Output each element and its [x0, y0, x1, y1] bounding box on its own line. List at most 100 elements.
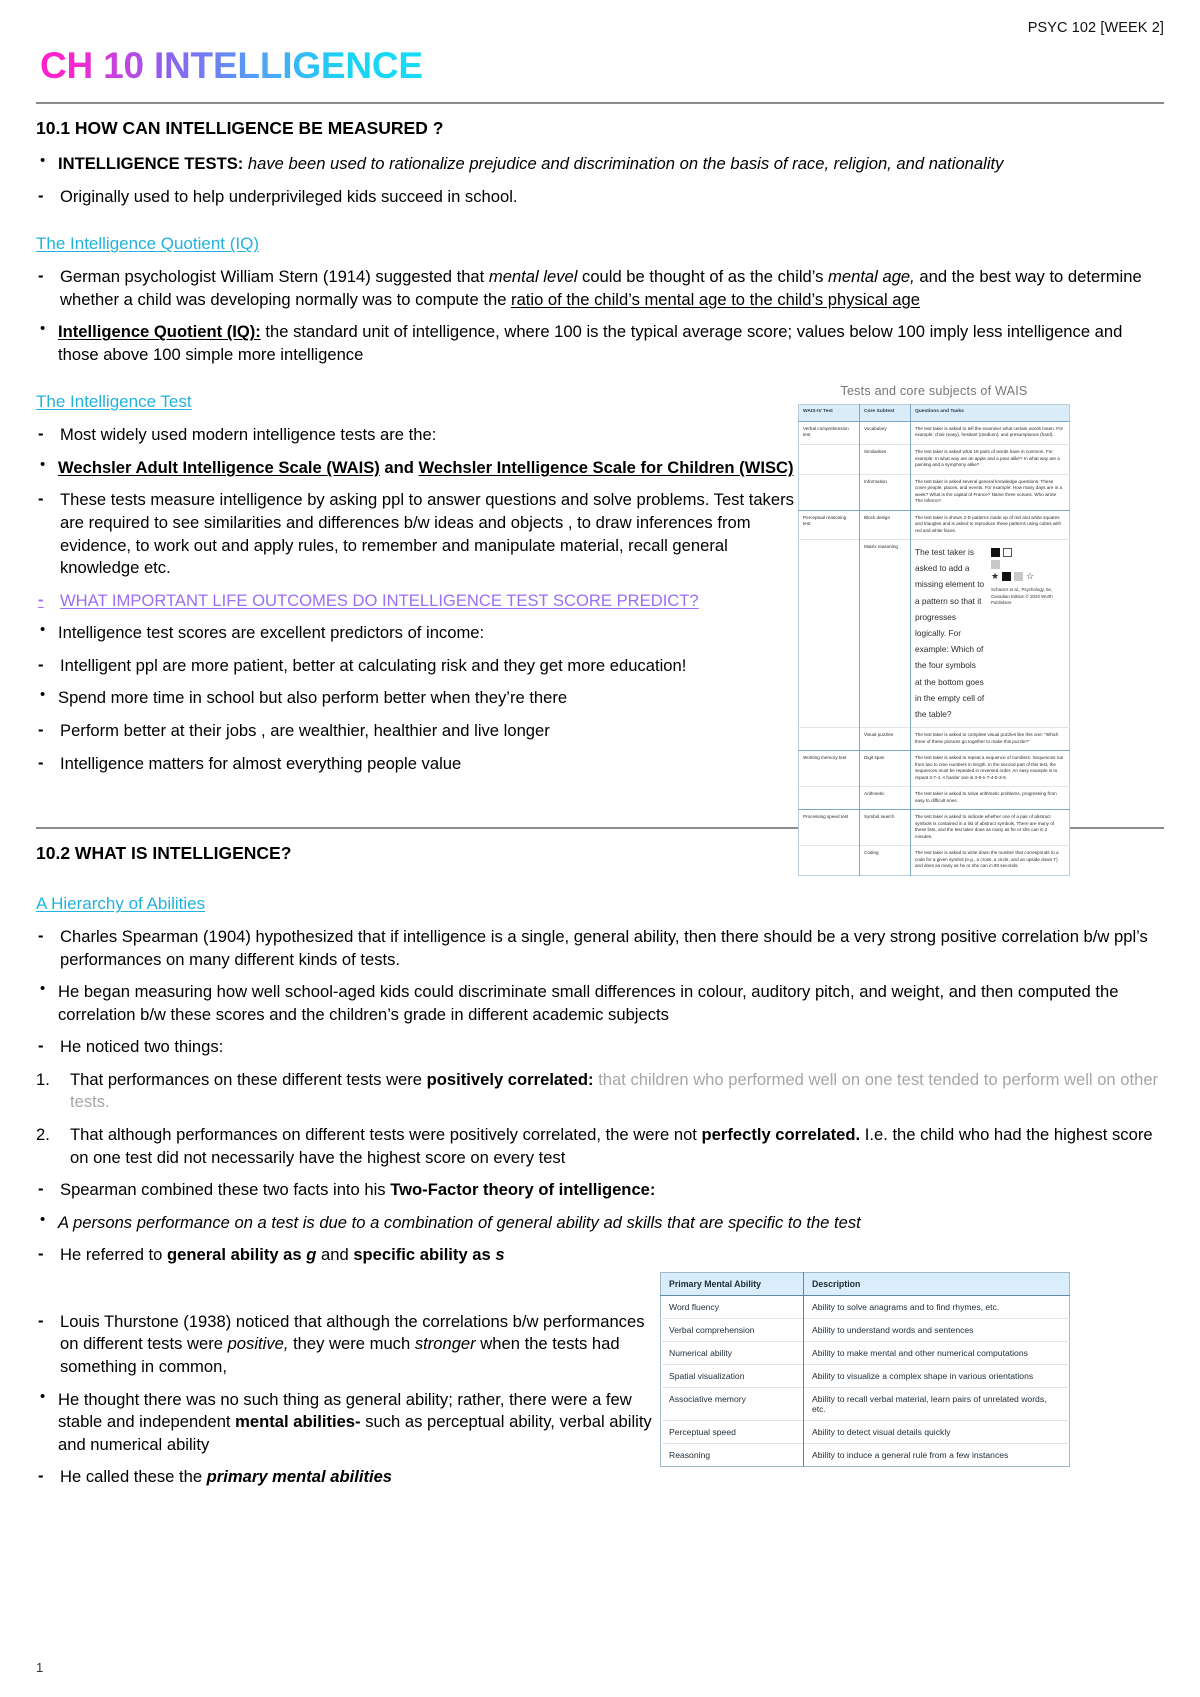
g-s-text-d: and — [316, 1245, 354, 1265]
table-header-row: WAIS-IV Test Core Subtest Questions and … — [798, 404, 1070, 422]
list-item-text: Intelligence test scores are excellent p… — [58, 623, 485, 643]
table-row: Visual puzzles The test taker is asked t… — [798, 727, 1070, 751]
wais-subtest: Symbol search — [859, 809, 911, 846]
list-item: - These tests measure intelligence by as… — [36, 489, 796, 579]
subheading-hierarchy-of-abilities: A Hierarchy of Abilities — [36, 894, 206, 914]
thurstone-list: - Louis Thurstone (1938) noticed that al… — [36, 1311, 656, 1489]
list-item: - Louis Thurstone (1938) noticed that al… — [36, 1311, 656, 1379]
list-item: • INTELLIGENCE TESTS: have been used to … — [36, 152, 1164, 176]
intelligence-tests-text: have been used to rationalize prejudice … — [243, 153, 1004, 173]
bullet-dot-icon: • — [40, 1210, 46, 1228]
page-title: CH 10 INTELLIGENCE — [40, 45, 423, 86]
pma-ability: Spatial visualization — [660, 1364, 804, 1388]
list-item-text: Intelligent ppl are more patient, better… — [60, 655, 687, 675]
two-factor-term: Two-Factor theory of intelligence: — [390, 1180, 656, 1200]
star-outline-icon: ☆ — [1026, 571, 1035, 582]
bullet-dash-icon: - — [38, 1179, 44, 1199]
list-item: • He began measuring how well school-age… — [36, 980, 1164, 1026]
wais-subtest: Visual puzzles — [859, 727, 911, 751]
finding-2-text-a: That although performances on different … — [70, 1125, 702, 1145]
bullet-dash-icon: - — [38, 1466, 44, 1486]
wais-subtest: Arithmetic — [859, 786, 911, 810]
pma-col-description: Description — [803, 1272, 1070, 1296]
stern-text-a: German psychologist William Stern (1914)… — [60, 267, 489, 287]
list-number: 1. — [36, 1069, 50, 1089]
table-row: Information The test taker is asked seve… — [798, 473, 1070, 511]
list-item-text: Spend more time in school but also perfo… — [58, 688, 568, 708]
list-item: - He called these the primary mental abi… — [36, 1466, 656, 1489]
stern-text-d: mental age, — [828, 267, 915, 287]
thurstone-column: - Louis Thurstone (1938) noticed that al… — [36, 1311, 656, 1489]
table-row: Numerical ability Ability to make mental… — [660, 1341, 1070, 1365]
list-number: 2. — [36, 1125, 50, 1145]
section-heading-10-1: 10.1 HOW CAN INTELLIGENCE BE MEASURED ? — [36, 117, 444, 138]
list-item: - He noticed two things: — [36, 1036, 1164, 1059]
wais-task: The test taker is asked to tell the exam… — [910, 420, 1070, 445]
wais-subtest: Vocabulary — [859, 420, 911, 445]
wais-task: The test taker is asked to indicate whet… — [910, 809, 1070, 846]
thurstone-text-b: positive, — [227, 1334, 289, 1354]
pma-ability: Associative memory — [660, 1387, 804, 1421]
finding-1-text-a: That performances on these different tes… — [70, 1069, 427, 1089]
intelligence-test-column: - Most widely used modern intelligence t… — [36, 424, 796, 775]
wais-test — [798, 727, 860, 751]
wais-test: Working memory test — [798, 750, 860, 787]
list-item-text: A persons performance on a test is due t… — [58, 1212, 861, 1232]
pma-ability: Verbal comprehension — [660, 1318, 804, 1342]
list-item: - Originally used to help underprivilege… — [36, 186, 1164, 209]
subheading-intelligence-quotient: The Intelligence Quotient (IQ) — [36, 234, 260, 254]
list-item: - Perform better at their jobs , are wea… — [36, 720, 796, 743]
bullet-dash-icon: - — [38, 185, 44, 205]
table-row: Arithmetic The test taker is asked to so… — [798, 786, 1070, 810]
wais-col-test: WAIS-IV Test — [798, 404, 860, 422]
list-item-text: He noticed two things: — [60, 1037, 224, 1057]
wisc-label: Wechsler Intelligence Scale for Children… — [418, 457, 794, 477]
list-item: • Spend more time in school but also per… — [36, 686, 796, 710]
pma-description: Ability to understand words and sentence… — [803, 1318, 1070, 1342]
matrix-reasoning-task: The test taker is asked to add a missing… — [915, 547, 985, 719]
table-row: Associative memory Ability to recall ver… — [660, 1387, 1070, 1421]
pma-description: Ability to make mental and other numeric… — [803, 1341, 1070, 1365]
matrix-grid-row-2 — [991, 560, 1065, 570]
list-item: - He referred to general ability as g an… — [36, 1244, 1164, 1267]
table-row: Working memory test Digit span The test … — [798, 750, 1070, 787]
list-item: • Wechsler Adult Intelligence Scale (WAI… — [36, 455, 796, 480]
course-header: PSYC 102 [WEEK 2] — [1027, 20, 1164, 36]
list-item-text: Perform better at their jobs , are wealt… — [60, 720, 550, 740]
black-square-icon — [991, 548, 1000, 558]
matrix-grid-row-1 — [991, 548, 1065, 558]
primary-abilities-term: primary mental abilities — [206, 1467, 393, 1487]
table-row: Perceptual speed Ability to detect visua… — [660, 1420, 1070, 1444]
pma-ability: Numerical ability — [660, 1341, 804, 1365]
matrix-answer-options: ★ ☆ — [991, 571, 1065, 582]
list-item-text: Originally used to help underprivileged … — [60, 186, 518, 206]
black-square-icon — [1002, 572, 1012, 582]
list-item: - Most widely used modern intelligence t… — [36, 424, 796, 447]
g-s-text-a: He referred to — [60, 1245, 167, 1265]
wais-task: The test taker is asked what 19 pairs of… — [910, 443, 1070, 475]
bullet-dot-icon: • — [40, 455, 46, 473]
pma-ability: Reasoning — [660, 1443, 804, 1467]
s-symbol: s — [495, 1245, 505, 1265]
wais-task: The test taker is asked to complete visu… — [910, 727, 1070, 751]
wais-figure-caption: Tests and core subjects of WAIS — [840, 384, 1028, 398]
bullet-dash-icon: - — [38, 926, 44, 946]
wais-col-tasks: Questions and Tasks — [910, 404, 1070, 422]
list-item: - German psychologist William Stern (191… — [36, 266, 1164, 311]
bullet-dash-icon: - — [38, 489, 44, 509]
page-number: 1 — [36, 1660, 44, 1675]
list-item: - Intelligent ppl are more patient, bett… — [36, 655, 796, 678]
bullet-dash-icon: - — [38, 589, 44, 609]
wais-task: The test taker is asked several general … — [910, 473, 1070, 511]
table-row: Reasoning Ability to induce a general ru… — [660, 1443, 1070, 1467]
grey-square-icon — [1014, 572, 1024, 582]
pma-description: Ability to induce a general rule from a … — [803, 1443, 1070, 1467]
wais-test — [798, 845, 860, 876]
wais-task: The test taker is shown 2-D patterns mad… — [910, 509, 1070, 540]
wais-conjunction: and — [379, 457, 419, 477]
pma-description: Ability to solve anagrams and to find rh… — [803, 1295, 1070, 1319]
list-item-violet: - WHAT IMPORTANT LIFE OUTCOMES DO INTELL… — [36, 590, 796, 613]
thurstone-text-c: they were much — [288, 1334, 415, 1354]
life-outcomes-heading: WHAT IMPORTANT LIFE OUTCOMES DO INTELLIG… — [60, 590, 699, 610]
bullet-dot-icon: • — [40, 1387, 46, 1405]
